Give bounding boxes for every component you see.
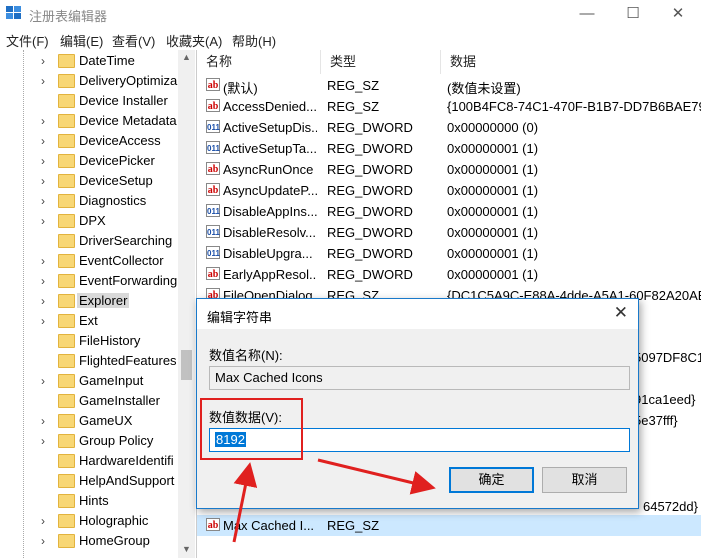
annotation-arrow-up: [232, 462, 258, 543]
annotation-arrows: [232, 458, 436, 543]
annotation-arrow-right: [317, 458, 436, 495]
